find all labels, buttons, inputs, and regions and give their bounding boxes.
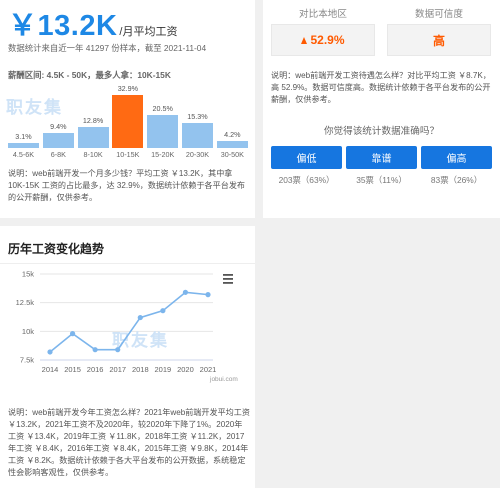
y-tick-label: 7.5k xyxy=(20,356,34,365)
salary-trend-chart: 7.5k 10k 12.5k 15k 2014 2015 2016 2017 2018 2019… xyxy=(16,270,238,384)
distribution-bar-group: 4.2% xyxy=(216,82,248,148)
distribution-bar-percent: 15.3% xyxy=(187,112,208,122)
watermark-logo: 职友集 xyxy=(6,98,63,117)
data-point[interactable] xyxy=(92,347,98,353)
vote-low-count: 203票（63%） xyxy=(278,175,335,185)
arrow-up-icon xyxy=(301,36,308,44)
distribution-bar-group: 15.3% xyxy=(182,82,213,148)
compare-local-header: 对比本地区 xyxy=(299,9,347,20)
distribution-bar xyxy=(42,132,74,148)
distribution-bar-percent: 32.9% xyxy=(117,84,139,93)
distribution-bar-label: 30-50K xyxy=(220,150,244,159)
trend-title: 历年工资变化趋势 xyxy=(8,242,105,256)
distribution-bar xyxy=(112,95,144,148)
y-tick-label: 12.5k xyxy=(16,298,35,307)
vote-accurate-count: 35票（11%） xyxy=(356,175,407,185)
x-tick-label: 2020 xyxy=(177,365,194,374)
distribution-bar-group: 20.5% xyxy=(147,82,179,148)
trend-panel: 历年工资变化趋势 7.5k 10k 12.5k 15k 2014 2015 2016 201… xyxy=(0,226,255,488)
distribution-bar xyxy=(182,123,213,148)
distribution-bar-percent: 4.2% xyxy=(224,130,241,140)
confidence-header: 数据可信度 xyxy=(415,9,463,20)
average-salary-unit: /月平均工资 xyxy=(119,26,178,38)
distribution-note: 说明：web前端开发一个月多少钱？平均工资 ￥13.2K，其中拿 10K-15K… xyxy=(8,169,246,202)
distribution-bar xyxy=(216,141,248,148)
compare-note: 说明：web前端开发工资待遇怎么样？对比平均工资 ￥8.7K，高 52.9%。数… xyxy=(271,71,491,104)
sample-meta: 数据统计来自近一年 41297 份样本，截至 2021-11-04 xyxy=(8,43,207,53)
data-point[interactable] xyxy=(182,289,189,295)
data-point[interactable] xyxy=(205,292,211,298)
distribution-bar xyxy=(77,127,109,148)
x-tick-label: 2016 xyxy=(87,365,104,374)
y-tick-label: 10k xyxy=(22,327,34,336)
vote-question: 你觉得该统计数据准确吗？ xyxy=(323,126,440,137)
data-point[interactable] xyxy=(160,308,166,314)
distribution-bar xyxy=(8,143,39,148)
confidence-value: 高 xyxy=(387,24,491,56)
distribution-bar-label: 20-30K xyxy=(185,150,210,159)
compare-panel: 对比本地区 数据可信度 52.9% 高 说明：web前端开发工资待遇怎么样？对比… xyxy=(263,0,500,218)
x-tick-label: 2018 xyxy=(132,365,149,374)
salary-range: 薪酬区间: 4.5K - 50K，最多人拿：10K-15K xyxy=(8,70,171,80)
distribution-bar-percent: 9.4% xyxy=(50,121,67,131)
distribution-bar-group: 32.9% xyxy=(112,82,144,148)
chart-source: jobui.com xyxy=(209,376,238,383)
y-tick-label: 15k xyxy=(22,270,34,279)
distribution-bar-label: 8-10K xyxy=(83,150,103,159)
average-salary-amount: ￥13.2K xyxy=(8,10,118,42)
distribution-bar xyxy=(147,114,179,148)
data-point[interactable] xyxy=(115,347,121,353)
hamburger-menu-icon[interactable] xyxy=(223,274,233,284)
x-tick-label: 2015 xyxy=(64,365,81,374)
compare-local-value: 52.9% xyxy=(271,24,375,56)
x-tick-label: 2017 xyxy=(109,365,126,374)
vote-high-button[interactable]: 偏高 xyxy=(421,146,492,169)
distribution-bar-label: 15-20K xyxy=(151,150,175,159)
average-salary: ￥13.2K/月平均工资 xyxy=(8,2,177,44)
x-tick-label: 2014 xyxy=(42,365,59,374)
distribution-bar-label: 6-8K xyxy=(50,150,66,159)
data-point[interactable] xyxy=(137,314,143,321)
vote-accurate-button[interactable]: 靠谱 xyxy=(346,146,417,169)
data-point[interactable] xyxy=(47,349,53,355)
x-tick-label: 2021 xyxy=(200,365,217,374)
data-point[interactable] xyxy=(69,331,76,337)
distribution-bar-percent: 3.1% xyxy=(15,132,32,141)
trend-note: 说明：web前端开发今年工资怎么样？2021年web前端开发平均工资 ￥13.2… xyxy=(8,408,250,477)
empty-area xyxy=(263,226,500,488)
distribution-bar-percent: 12.8% xyxy=(82,116,104,126)
salary-panel: ￥13.2K/月平均工资 数据统计来自近一年 41297 份样本，截至 2021… xyxy=(0,0,255,218)
distribution-bar-percent: 20.5% xyxy=(152,103,173,113)
distribution-bar-label: 4.5-6K xyxy=(12,150,35,159)
distribution-bar-group: 12.8% xyxy=(77,82,109,148)
distribution-bar-label: 10-15K xyxy=(116,150,140,159)
x-tick-label: 2019 xyxy=(155,365,172,374)
compare-local-percent: 52.9% xyxy=(310,33,345,47)
vote-high-count: 83票（26%） xyxy=(430,175,483,185)
vote-low-button[interactable]: 偏低 xyxy=(271,146,342,169)
